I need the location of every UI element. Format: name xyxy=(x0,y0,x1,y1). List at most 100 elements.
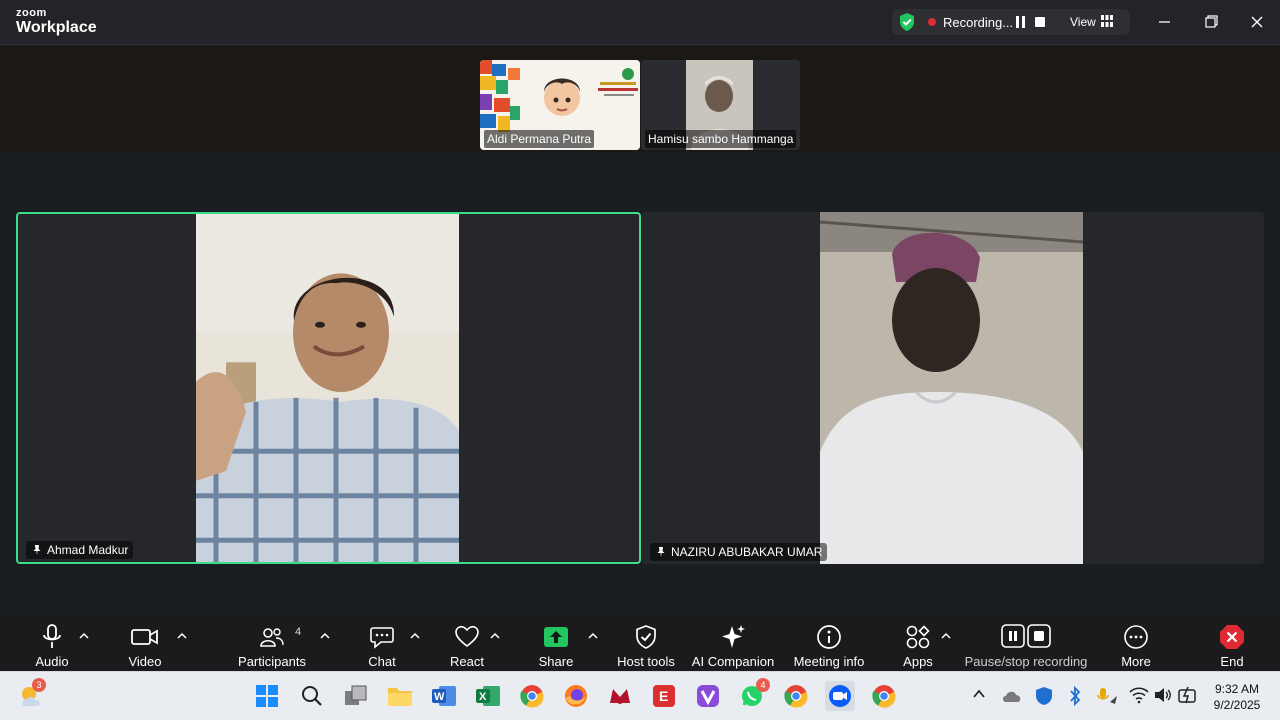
audio-button[interactable]: Audio xyxy=(32,614,72,670)
chrome-icon xyxy=(872,685,896,708)
heart-icon xyxy=(455,625,479,648)
chat-label: Chat xyxy=(368,654,396,669)
pin-icon xyxy=(33,545,41,555)
more-icon xyxy=(1124,625,1148,649)
share-button[interactable]: Share xyxy=(536,614,576,670)
taskbar-start[interactable] xyxy=(252,681,282,711)
svg-text:X: X xyxy=(479,691,487,703)
participants-options-chevron-icon[interactable] xyxy=(320,632,330,640)
taskbar-clock[interactable]: 9:32 AM 9/2/2025 xyxy=(1208,681,1266,713)
pause-stop-label: Pause/stop recording xyxy=(964,654,1088,669)
weather-badge: 3 xyxy=(32,678,46,692)
meeting-info-button[interactable]: Meeting info xyxy=(790,614,868,670)
volume-icon[interactable] xyxy=(1154,686,1172,704)
svg-text:W: W xyxy=(434,691,445,703)
minimize-icon[interactable] xyxy=(1152,10,1176,34)
end-meeting-button[interactable]: End xyxy=(1214,614,1250,670)
defender-shield-icon[interactable] xyxy=(1034,686,1054,706)
taskbar-firefox[interactable] xyxy=(561,681,591,711)
view-button[interactable]: View xyxy=(1070,15,1096,29)
view-grid-icon[interactable] xyxy=(1101,15,1113,27)
audio-label: Audio xyxy=(35,654,69,669)
participants-count: 4 xyxy=(295,626,302,638)
ai-companion-label: AI Companion xyxy=(691,654,775,669)
chat-icon xyxy=(370,627,394,649)
stop-recording-icon[interactable] xyxy=(1035,17,1045,27)
taskbar-chrome-3[interactable] xyxy=(869,681,899,711)
restore-icon[interactable] xyxy=(1199,10,1223,34)
audio-options-chevron-icon[interactable] xyxy=(79,632,89,640)
participant-label: NAZIRU ABUBAKAR UMAR xyxy=(650,543,828,561)
mendeley-icon xyxy=(610,689,630,704)
logo-bottom-text: Workplace xyxy=(16,19,97,36)
taskbar-chrome-2[interactable] xyxy=(781,681,811,711)
thumbnail-name: Aldi Permana Putra xyxy=(484,130,595,148)
taskbar-app-e[interactable]: E xyxy=(649,681,679,711)
more-button[interactable]: More xyxy=(1116,614,1156,670)
share-options-chevron-icon[interactable] xyxy=(588,632,598,640)
video-tile-naziru[interactable]: NAZIRU ABUBAKAR UMAR xyxy=(642,212,1264,564)
chat-options-chevron-icon[interactable] xyxy=(410,632,420,640)
video-button[interactable]: Video xyxy=(122,614,168,670)
taskbar-word[interactable]: W xyxy=(429,681,459,711)
pause-stop-recording-button[interactable]: Pause/stop recording xyxy=(964,614,1088,670)
thumbnail-strip xyxy=(0,46,1280,152)
clock-time: 9:32 AM xyxy=(1214,682,1260,696)
taskbar-chrome[interactable] xyxy=(517,681,547,711)
bluetooth-icon[interactable] xyxy=(1068,686,1082,706)
windows-start-icon xyxy=(256,685,278,707)
taskbar-file-explorer[interactable] xyxy=(385,681,415,711)
info-icon xyxy=(817,625,841,649)
chrome-icon xyxy=(784,685,808,708)
participants-button[interactable]: 4 Participants xyxy=(236,614,308,670)
ai-sparkle-icon xyxy=(722,625,745,648)
taskbar-excel[interactable]: X xyxy=(473,681,503,711)
microphone-in-use-icon[interactable] xyxy=(1095,686,1119,706)
ai-companion-button[interactable]: AI Companion xyxy=(690,614,776,670)
vivaldi-icon xyxy=(697,685,719,707)
pause-recording-icon[interactable] xyxy=(1016,16,1026,28)
video-label: Video xyxy=(128,654,162,669)
microphone-icon xyxy=(43,624,61,648)
taskbar-vivaldi[interactable] xyxy=(693,681,723,711)
clock-date: 9/2/2025 xyxy=(1213,698,1261,712)
participant-label: Ahmad Madkur xyxy=(26,541,134,559)
react-button[interactable]: React xyxy=(446,614,488,670)
taskbar-weather[interactable]: 3 xyxy=(18,678,48,711)
apps-button[interactable]: Apps xyxy=(900,614,936,670)
apps-label: Apps xyxy=(903,654,933,669)
end-label: End xyxy=(1220,654,1244,669)
video-options-chevron-icon[interactable] xyxy=(177,632,187,640)
host-tools-button[interactable]: Host tools xyxy=(612,614,680,670)
recording-status-pill: Recording... View xyxy=(892,9,1130,35)
taskbar-app-red[interactable] xyxy=(605,681,635,711)
apps-options-chevron-icon[interactable] xyxy=(941,632,951,640)
host-shield-icon xyxy=(636,625,656,649)
word-icon: W xyxy=(432,686,456,706)
chrome-icon xyxy=(520,685,544,708)
pause-stop-icon xyxy=(1001,624,1051,648)
onedrive-cloud-icon[interactable] xyxy=(1001,688,1023,704)
battery-charging-icon[interactable] xyxy=(1178,686,1198,704)
zoom-logo: zoom Workplace xyxy=(16,8,97,36)
wifi-icon[interactable] xyxy=(1129,686,1149,704)
video-tile-ahmad[interactable]: Ahmad Madkur xyxy=(16,212,641,564)
taskbar-zoom[interactable] xyxy=(825,681,855,711)
close-icon[interactable] xyxy=(1245,10,1269,34)
windows-taskbar: 3 W X E 4 9:32 AM 9/2/2025 xyxy=(0,671,1280,720)
end-icon xyxy=(1220,625,1244,649)
host-tools-label: Host tools xyxy=(617,654,675,669)
taskbar-task-view[interactable] xyxy=(341,681,371,711)
security-shield-icon[interactable] xyxy=(898,12,916,32)
taskbar-search[interactable] xyxy=(297,681,327,711)
react-options-chevron-icon[interactable] xyxy=(490,632,500,640)
whatsapp-badge: 4 xyxy=(756,678,770,692)
chat-button[interactable]: Chat xyxy=(364,614,400,670)
thumbnail-hamisu[interactable]: Hamisu sambo Hammanga xyxy=(641,60,800,150)
show-hidden-icons-chevron-icon[interactable] xyxy=(972,688,986,700)
thumbnail-name: Hamisu sambo Hammanga xyxy=(645,130,797,148)
participant-name: Ahmad Madkur xyxy=(47,543,129,557)
thumbnail-aldi[interactable]: Aldi Permana Putra xyxy=(480,60,640,150)
zoom-app-icon xyxy=(829,685,851,707)
taskbar-whatsapp[interactable]: 4 xyxy=(737,678,770,711)
